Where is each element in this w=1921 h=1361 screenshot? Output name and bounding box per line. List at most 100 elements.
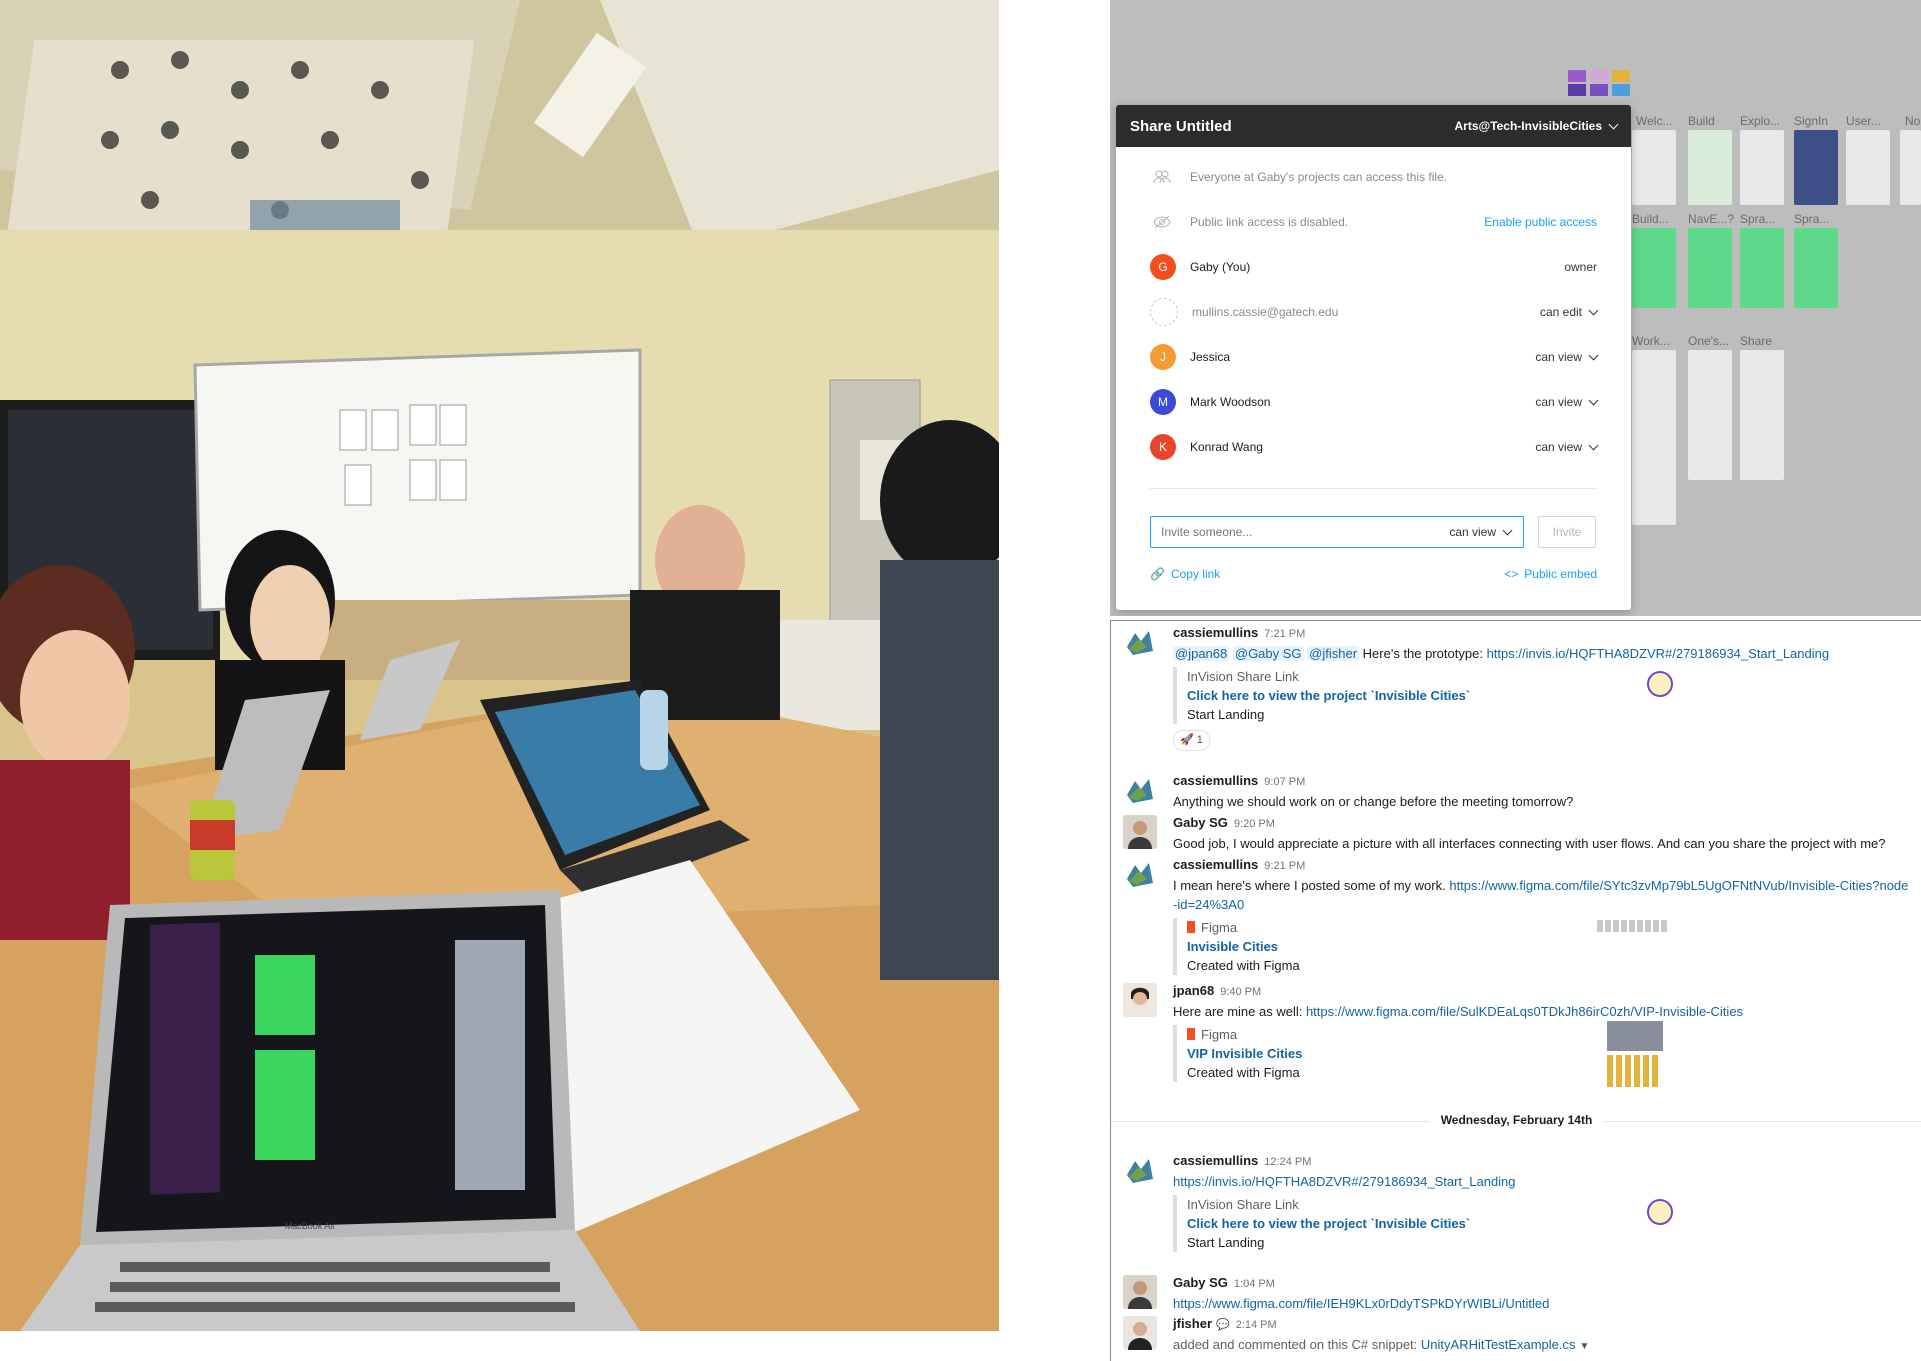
- frame-label[interactable]: Spra...: [1740, 212, 1775, 226]
- color-swatch: [1590, 84, 1608, 96]
- figma-canvas[interactable]: Welc... Build Explo... SignIn User... No…: [1110, 0, 1921, 616]
- copy-link-button[interactable]: 🔗 Copy link: [1150, 567, 1220, 581]
- frame-thumbnail[interactable]: [1846, 130, 1890, 205]
- message-text: https://invis.io/HQFTHA8DZVR#/279186934_…: [1173, 1172, 1912, 1191]
- eye-off-icon: [1150, 210, 1174, 234]
- frame-label[interactable]: SignIn: [1794, 114, 1828, 128]
- frame-thumbnail[interactable]: [1740, 350, 1784, 480]
- permission-dropdown[interactable]: can view: [1535, 395, 1599, 409]
- timestamp[interactable]: 9:20 PM: [1234, 818, 1275, 830]
- color-swatch: [1612, 84, 1630, 96]
- enable-public-access-link[interactable]: Enable public access: [1484, 215, 1597, 229]
- person-row: G Gaby (You) owner: [1150, 252, 1597, 282]
- attachment-title[interactable]: VIP Invisible Cities: [1187, 1044, 1912, 1063]
- frame-label[interactable]: Build: [1688, 114, 1715, 128]
- frame-thumbnail[interactable]: [1632, 228, 1676, 308]
- timestamp[interactable]: 9:40 PM: [1220, 986, 1261, 998]
- timestamp[interactable]: 9:21 PM: [1264, 860, 1305, 872]
- frame-label[interactable]: Build...: [1632, 212, 1669, 226]
- frame-label[interactable]: Work...: [1632, 334, 1670, 348]
- frame-thumbnail[interactable]: [1794, 228, 1838, 308]
- public-embed-button[interactable]: <> Public embed: [1504, 567, 1597, 581]
- team-access-text: Everyone at Gaby's projects can access t…: [1190, 170, 1448, 184]
- message-link[interactable]: https://invis.io/HQFTHA8DZVR#/279186934_…: [1173, 1174, 1516, 1189]
- mention[interactable]: @Gaby SG: [1232, 646, 1304, 661]
- author-name[interactable]: cassiemullins: [1173, 625, 1258, 640]
- avatar: [1123, 1316, 1157, 1350]
- message: jfisher 💬 2:14 PM added and commented on t…: [1123, 1314, 1912, 1356]
- mention[interactable]: @jfisher: [1307, 646, 1360, 661]
- frame-label[interactable]: Spra...: [1794, 212, 1829, 226]
- link-icon: 🔗: [1150, 567, 1165, 581]
- frame-label[interactable]: No: [1905, 114, 1920, 128]
- permission-dropdown[interactable]: can edit: [1540, 305, 1599, 319]
- person-name: Gaby (You): [1190, 260, 1251, 274]
- frame-thumbnail[interactable]: [1688, 350, 1732, 480]
- timestamp[interactable]: 1:04 PM: [1234, 1278, 1275, 1290]
- frame-thumbnail[interactable]: [1632, 350, 1676, 525]
- author-name[interactable]: Gaby SG: [1173, 815, 1228, 830]
- snippet-link[interactable]: UnityARHitTestExample.cs: [1421, 1337, 1576, 1352]
- team-selector[interactable]: Arts@Tech-InvisibleCities: [1454, 119, 1619, 133]
- author-name[interactable]: jfisher: [1173, 1316, 1212, 1331]
- invite-input[interactable]: [1151, 525, 1438, 539]
- caret-down-icon[interactable]: ▼: [1580, 1341, 1590, 1352]
- chevron-down-icon: [1588, 440, 1599, 450]
- invision-thumbnail-icon: [1647, 1199, 1673, 1225]
- message-link[interactable]: https://www.figma.com/file/SulKDEaLqs0TD…: [1306, 1004, 1743, 1019]
- author-name[interactable]: cassiemullins: [1173, 857, 1258, 872]
- chevron-down-icon: [1502, 525, 1513, 535]
- frame-thumbnail[interactable]: [1794, 130, 1838, 205]
- share-title: Share Untitled: [1130, 117, 1232, 135]
- share-dialog: Share Untitled Arts@Tech-InvisibleCities…: [1116, 105, 1631, 610]
- permission-dropdown[interactable]: can view: [1535, 440, 1599, 454]
- person-name: mullins.cassie@gatech.edu: [1192, 305, 1339, 319]
- message-link[interactable]: https://www.figma.com/file/IEH9KLx0rDdyT…: [1173, 1296, 1549, 1311]
- message-link[interactable]: https://invis.io/HQFTHA8DZVR#/279186934_…: [1487, 646, 1830, 661]
- timestamp[interactable]: 9:07 PM: [1264, 776, 1305, 788]
- frame-label[interactable]: User...: [1846, 114, 1881, 128]
- message: cassiemullins 12:24 PM https://invis.io/H…: [1123, 1151, 1912, 1252]
- frame-thumbnail[interactable]: [1688, 130, 1732, 205]
- divider: [1150, 488, 1597, 489]
- author-name[interactable]: cassiemullins: [1173, 1153, 1258, 1168]
- permission-dropdown[interactable]: can view: [1535, 350, 1599, 364]
- invision-thumbnail-icon: [1647, 671, 1673, 697]
- comment-icon: 💬: [1216, 1319, 1230, 1331]
- chevron-down-icon: [1588, 305, 1599, 315]
- invite-permission-dropdown[interactable]: can view: [1437, 525, 1523, 539]
- team-meeting-photo: MacBook Air: [0, 0, 999, 1331]
- author-name[interactable]: jpan68: [1173, 983, 1214, 998]
- avatar: [1150, 298, 1178, 326]
- attachment-title[interactable]: Click here to view the project `Invisibl…: [1187, 1214, 1912, 1233]
- invite-button[interactable]: Invite: [1538, 516, 1596, 548]
- mention[interactable]: @jpan68: [1173, 646, 1230, 661]
- message-text: Anything we should work on or change bef…: [1173, 794, 1574, 809]
- chevron-down-icon: [1588, 350, 1599, 360]
- message: cassiemullins 9:21 PM I mean here's where…: [1123, 855, 1912, 975]
- frame-thumbnail[interactable]: [1688, 228, 1732, 308]
- chevron-down-icon: [1608, 119, 1619, 129]
- invite-field[interactable]: can view: [1150, 516, 1524, 548]
- frame-label[interactable]: NavE...?: [1688, 212, 1734, 226]
- frame-label[interactable]: Share: [1740, 334, 1772, 348]
- author-name[interactable]: Gaby SG: [1173, 1275, 1228, 1290]
- color-swatch: [1612, 70, 1630, 82]
- avatar: [1123, 815, 1157, 849]
- attachment-title[interactable]: Invisible Cities: [1187, 937, 1912, 956]
- timestamp[interactable]: 7:21 PM: [1264, 628, 1305, 640]
- frame-label[interactable]: Welc...: [1636, 114, 1672, 128]
- avatar: [1123, 857, 1157, 891]
- frame-label[interactable]: One's...: [1688, 334, 1729, 348]
- frame-thumbnail[interactable]: [1632, 130, 1676, 205]
- frame-thumbnail[interactable]: [1740, 130, 1784, 205]
- author-name[interactable]: cassiemullins: [1173, 773, 1258, 788]
- timestamp[interactable]: 12:24 PM: [1264, 1156, 1311, 1168]
- attachment-title[interactable]: Click here to view the project `Invisibl…: [1187, 686, 1912, 705]
- message-text: https://www.figma.com/file/IEH9KLx0rDdyT…: [1173, 1294, 1912, 1313]
- timestamp[interactable]: 2:14 PM: [1236, 1319, 1277, 1331]
- frame-thumbnail[interactable]: [1740, 228, 1784, 308]
- reaction-rocket[interactable]: 🚀 1: [1173, 730, 1210, 751]
- frame-label[interactable]: Explo...: [1740, 114, 1780, 128]
- frame-thumbnail[interactable]: [1900, 130, 1921, 205]
